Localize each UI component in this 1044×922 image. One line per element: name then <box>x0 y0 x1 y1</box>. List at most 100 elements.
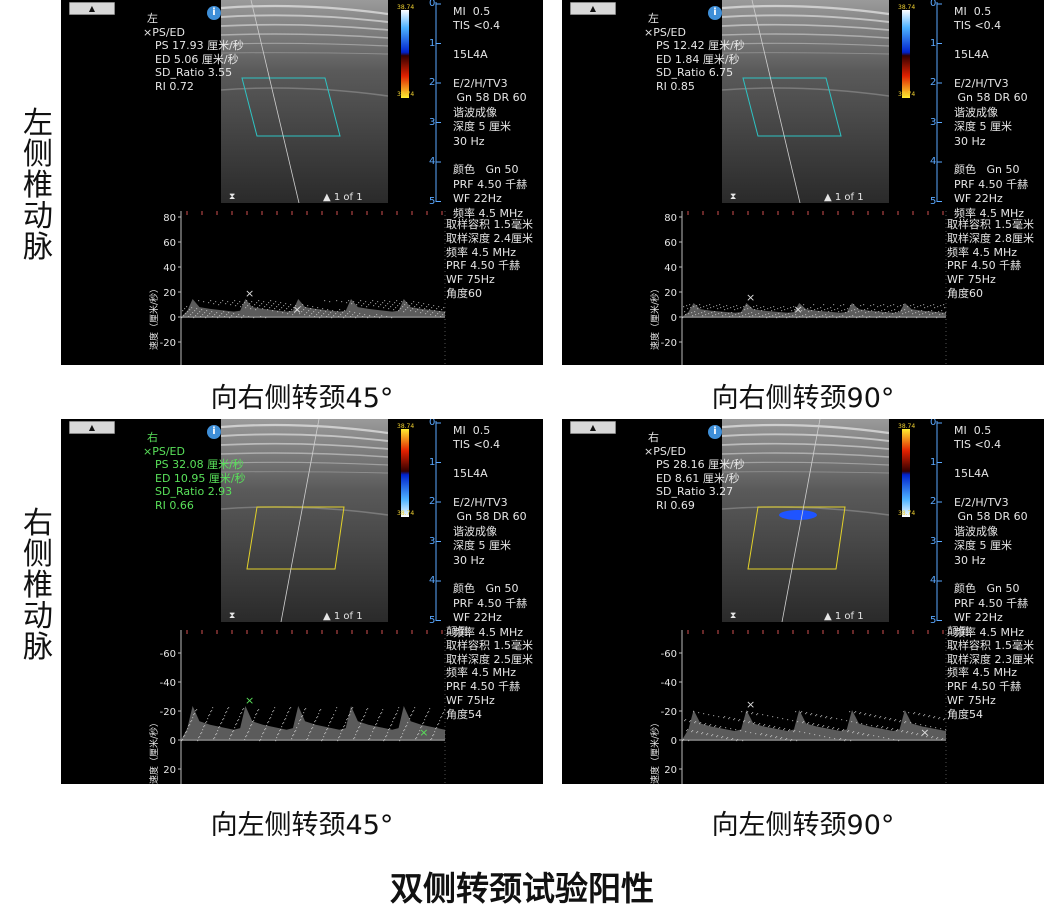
caption-panel-1: 向右侧转颈45° <box>210 383 394 414</box>
end-diastolic-marker: × <box>794 303 803 316</box>
b-mode-image <box>221 0 388 203</box>
parameter-line: PRF 4.50 千赫 <box>453 596 528 610</box>
y-tick-label: 0 <box>671 736 677 747</box>
end-diastolic-marker: × <box>419 726 428 739</box>
color-scale-max: 38.74 <box>397 4 415 11</box>
collapse-button[interactable]: ▲ <box>570 2 616 15</box>
parameter-line <box>954 34 1028 48</box>
parameter-line: 15L4A <box>453 48 488 62</box>
end-diastolic-marker: × <box>293 303 302 316</box>
depth-tick-1: 1 <box>930 456 937 468</box>
parameter-line: E/2/H/TV3 <box>453 496 508 510</box>
color-scale-bar <box>902 429 910 517</box>
side-indicator: 右 <box>147 431 158 444</box>
measurement-readout: 左 ×PS/ED PS 17.93 厘米/秒 ED 5.06 厘米/秒 SD_Ratio… <box>143 12 244 93</box>
depth-tick-3: 3 <box>429 116 436 128</box>
y-tick-label: -20 <box>661 338 677 349</box>
y-tick-label: -20 <box>661 707 677 718</box>
depth-scale <box>435 2 441 202</box>
parameter-line <box>954 453 1028 467</box>
b-mode-image <box>722 419 889 622</box>
parameter-line: 谐波成像 <box>954 524 998 538</box>
collapse-button[interactable]: ▲ <box>69 421 115 434</box>
parameter-line <box>453 568 527 582</box>
parameter-line <box>453 453 527 467</box>
doppler-spectrum: -60 -40 -20 0 20 × × <box>160 630 446 784</box>
measurement-readout: 右 ×PS/ED PS 32.08 厘米/秒 ED 10.95 厘米/秒 SD_Rati… <box>143 431 246 512</box>
measurement-line: RI 0.85 <box>656 79 695 93</box>
depth-tick-0: 0 <box>429 419 436 428</box>
color-scale-max: 38.74 <box>898 423 916 430</box>
measurement-line: SD_Ratio 6.75 <box>656 66 734 79</box>
parameter-line: 15L4A <box>954 467 989 481</box>
ultrasound-panel-4: ▲ i 38.74 38.74 0 1 2 3 4 5 右 ×PS/ED PS 28.16 厘米/秒 ED… <box>562 419 1044 784</box>
measurement-line: SD_Ratio 3.55 <box>155 66 233 79</box>
page-indicator: ▲ 1 of 1 <box>824 611 864 622</box>
depth-tick-2: 2 <box>429 496 436 507</box>
y-tick-label: 20 <box>664 765 677 776</box>
velocity-axis-label: 速度（厘米/秒） <box>150 283 160 350</box>
depth-scale <box>936 421 942 621</box>
y-tick-label: 60 <box>664 238 677 249</box>
parameter-line <box>453 63 527 77</box>
caption-panel-3: 向左侧转颈45° <box>210 810 394 841</box>
b-mode-image <box>221 419 388 622</box>
y-tick-label: -60 <box>661 649 677 660</box>
color-scale-bar <box>401 10 409 98</box>
measurement-line: ED 5.06 厘米/秒 <box>155 52 239 66</box>
parameter-line: 谐波成像 <box>453 105 497 119</box>
peak-systolic-marker: × <box>245 694 254 707</box>
side-indicator: 左 <box>147 12 158 25</box>
imaging-parameters: MI 0.5 TIS <0.4 15L4A E/2/H/TV3 Gn 58 DR … <box>453 424 527 640</box>
measurement-line: PS 17.93 厘米/秒 <box>155 39 244 52</box>
parameter-line: E/2/H/TV3 <box>453 77 508 91</box>
color-scale-min: 38.74 <box>898 510 916 517</box>
measurement-line: ×PS/ED <box>143 444 185 458</box>
measurement-line: ED 1.84 厘米/秒 <box>656 52 740 66</box>
parameter-line: Gn 58 DR 60 <box>954 91 1028 105</box>
parameter-line: 30 Hz <box>954 553 986 567</box>
parameter-line: TIS <0.4 <box>954 438 1002 452</box>
parameter-line: Gn 58 DR 60 <box>954 510 1028 524</box>
side-indicator: 左 <box>648 12 659 25</box>
parameter-line: 深度 5 厘米 <box>954 120 1012 134</box>
page-indicator: ▲ 1 of 1 <box>323 192 363 203</box>
collapse-button[interactable]: ▲ <box>570 421 616 434</box>
measurement-readout: 右 ×PS/ED PS 28.16 厘米/秒 ED 8.61 厘米/秒 SD_Ratio… <box>644 431 745 512</box>
y-tick-label: -40 <box>160 678 176 689</box>
y-tick-label: 0 <box>170 313 176 324</box>
y-tick-label: 40 <box>664 263 677 274</box>
focus-marker-icon: ⧗ <box>730 192 737 202</box>
parameter-line: 深度 5 厘米 <box>453 539 511 553</box>
parameter-line: TIS <0.4 <box>453 438 501 452</box>
imaging-parameters: MI 0.5 TIS <0.4 15L4A E/2/H/TV3 Gn 58 DR … <box>954 5 1028 221</box>
parameter-line: TIS <0.4 <box>453 19 501 33</box>
depth-tick-4: 4 <box>429 575 436 586</box>
measurement-line: SD_Ratio 3.27 <box>656 485 734 498</box>
parameter-line: 颜色 Gn 50 <box>453 582 519 596</box>
y-tick-label: -20 <box>160 338 176 349</box>
color-scale-min: 38.74 <box>397 91 415 98</box>
depth-tick-3: 3 <box>930 535 937 547</box>
y-tick-label: -20 <box>160 707 176 718</box>
y-tick-label: 60 <box>163 238 176 249</box>
parameter-line: 30 Hz <box>453 134 485 148</box>
color-scale-bar <box>401 429 409 517</box>
row-label-left-vertebral: 左侧椎动脉 <box>23 106 53 265</box>
y-tick-label: 0 <box>671 313 677 324</box>
parameter-line: PRF 4.50 千赫 <box>954 177 1029 191</box>
velocity-axis-label: 速度（厘米/秒） <box>150 717 160 784</box>
end-diastolic-marker: × <box>920 726 929 739</box>
y-tick-label: 20 <box>163 765 176 776</box>
depth-tick-0: 0 <box>930 419 937 428</box>
parameter-line: TIS <0.4 <box>954 19 1002 33</box>
depth-tick-4: 4 <box>930 575 937 586</box>
collapse-button[interactable]: ▲ <box>69 2 115 15</box>
depth-scale <box>435 421 441 621</box>
focus-marker-icon: ⧗ <box>229 611 236 621</box>
side-indicator: 右 <box>648 431 659 444</box>
parameter-line <box>453 482 527 496</box>
parameter-line: MI 0.5 <box>954 5 992 18</box>
doppler-spectrum: 80 60 40 20 0 -20 × × <box>661 211 947 365</box>
parameter-line: E/2/H/TV3 <box>954 77 1009 91</box>
